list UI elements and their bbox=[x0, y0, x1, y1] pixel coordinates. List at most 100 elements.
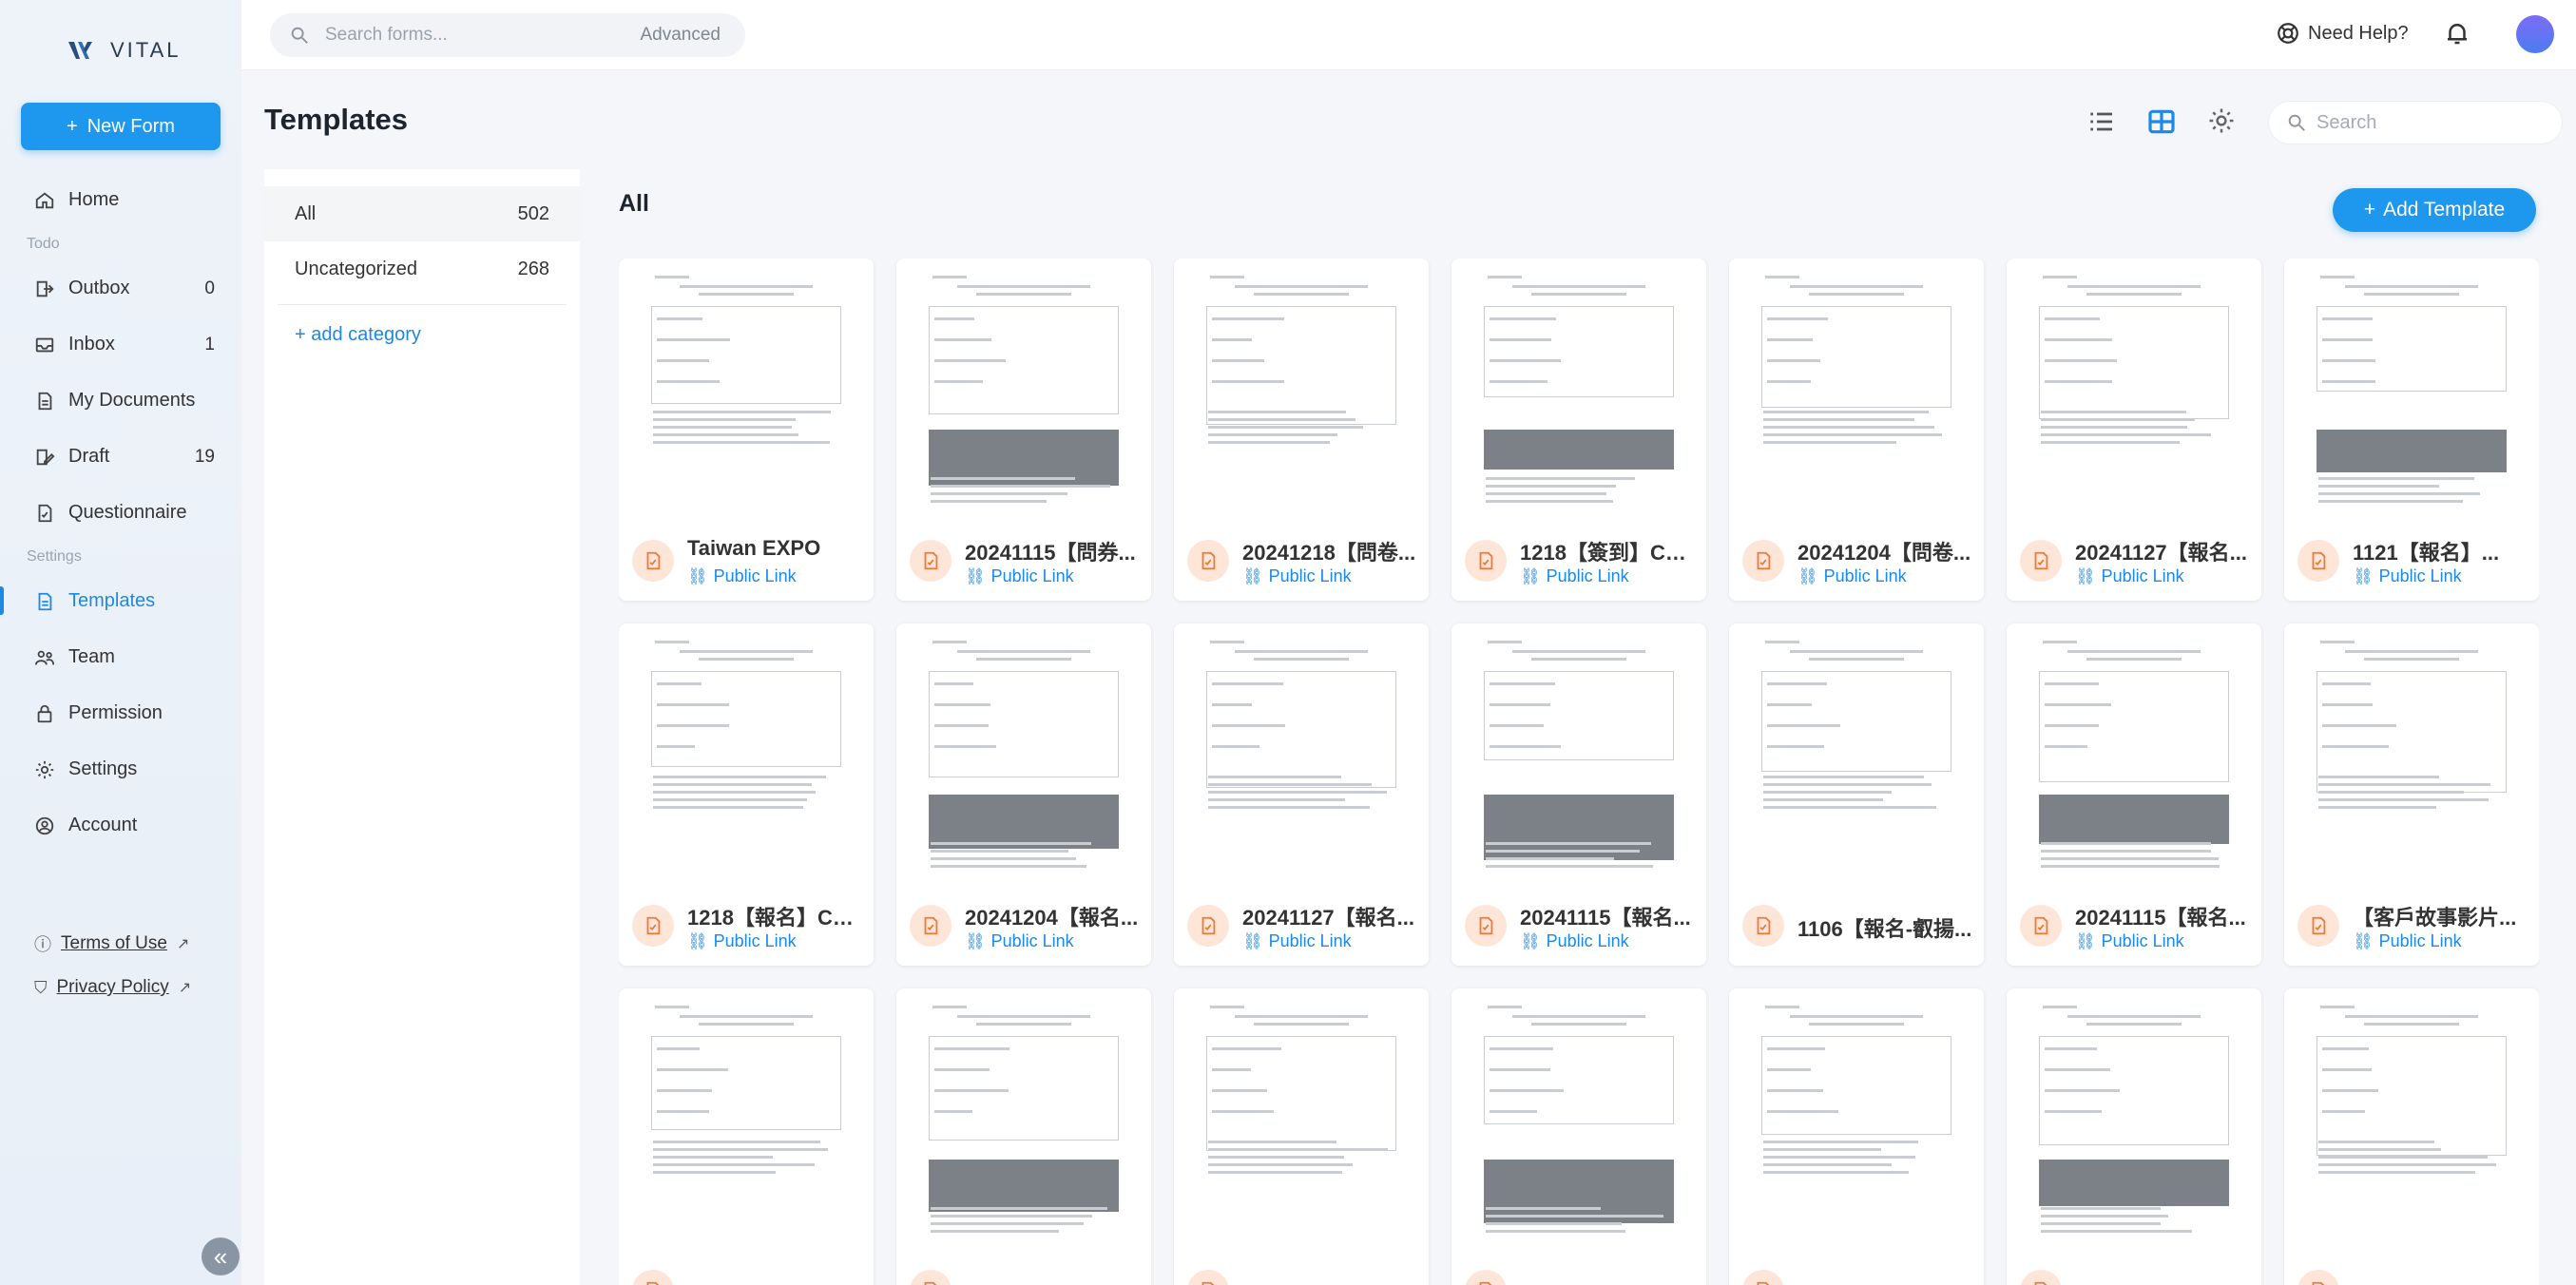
thumbnail-decoration bbox=[2041, 857, 2219, 860]
avatar[interactable] bbox=[2516, 15, 2554, 53]
thumbnail-decoration bbox=[1767, 1068, 1811, 1071]
sidebar-item-home[interactable]: Home bbox=[0, 172, 241, 228]
template-card[interactable]: 20241127【報名... ⛓ Public Link bbox=[1174, 623, 1429, 966]
document-icon-glyph bbox=[2034, 551, 2048, 570]
template-card[interactable]: 1106【報名-叡揚... bbox=[1729, 623, 1984, 966]
privacy-policy-link[interactable]: ⛉ Privacy Policy ↗ bbox=[0, 966, 241, 1009]
sidebar-item-permission[interactable]: Permission bbox=[0, 685, 241, 741]
public-link[interactable]: ⛓ Public Link bbox=[2353, 931, 2462, 951]
template-card[interactable] bbox=[619, 988, 874, 1285]
template-thumbnail bbox=[2307, 998, 2516, 1236]
thumbnail-decoration bbox=[2322, 682, 2371, 685]
thumbnail-decoration bbox=[2045, 724, 2099, 727]
template-card[interactable]: 1218【報名】CR... ⛓ Public Link bbox=[619, 623, 874, 966]
public-link[interactable]: ⛓ Public Link bbox=[1520, 566, 1629, 586]
thumbnail-decoration bbox=[931, 842, 1091, 845]
sidebar-item-inbox[interactable]: Inbox 1 bbox=[0, 316, 241, 373]
logo[interactable]: VITAL bbox=[67, 38, 182, 63]
sidebar-item-settings[interactable]: Settings bbox=[0, 741, 241, 797]
search-forms-input[interactable]: Search forms... Advanced bbox=[270, 13, 745, 57]
thumbnail-decoration bbox=[1490, 745, 1561, 748]
template-card[interactable]: 1121【報名】... ⛓ Public Link bbox=[2284, 259, 2539, 601]
thumbnail-decoration bbox=[653, 411, 831, 413]
thumbnail-decoration bbox=[651, 306, 841, 404]
template-card[interactable]: 20241127【報名... ⛓ Public Link bbox=[2007, 259, 2261, 601]
notifications-button[interactable] bbox=[2443, 19, 2471, 52]
public-link-label: Public Link bbox=[1546, 931, 1629, 950]
divider bbox=[278, 304, 567, 305]
public-link[interactable]: ⛓ Public Link bbox=[1242, 566, 1352, 586]
sidebar-item-outbox[interactable]: Outbox 0 bbox=[0, 260, 241, 316]
template-card[interactable]: 1218【簽到】CR... ⛓ Public Link bbox=[1451, 259, 1706, 601]
thumbnail-decoration bbox=[657, 359, 709, 362]
terms-of-use-link[interactable]: ⓘ Terms of Use ↗ bbox=[0, 922, 241, 966]
public-link[interactable]: ⛓ Public Link bbox=[687, 566, 797, 586]
template-card-footer: 20241127【報名... ⛓ Public Link bbox=[2020, 534, 2252, 591]
thumbnail-decoration bbox=[1486, 1230, 1625, 1233]
public-link[interactable]: ⛓ Public Link bbox=[1520, 931, 1629, 951]
public-link[interactable]: ⛓ Public Link bbox=[2075, 566, 2184, 586]
template-card[interactable]: 20241204【報名... ⛓ Public Link bbox=[896, 623, 1151, 966]
document-icon bbox=[1742, 540, 1784, 582]
document-icon bbox=[2020, 1270, 2062, 1285]
thumbnail-decoration bbox=[680, 1015, 813, 1018]
need-help-button[interactable]: Need Help? bbox=[2276, 21, 2409, 46]
public-link[interactable]: ⛓ Public Link bbox=[687, 931, 797, 951]
add-category-button[interactable]: + add category bbox=[264, 324, 580, 346]
public-link[interactable]: ⛓ Public Link bbox=[1242, 931, 1352, 951]
thumbnail-decoration bbox=[1206, 306, 1396, 425]
sidebar-item-account[interactable]: Account bbox=[0, 797, 241, 853]
list-view-button[interactable] bbox=[2086, 106, 2116, 137]
public-link[interactable]: ⛓ Public Link bbox=[965, 566, 1074, 586]
advanced-search-link[interactable]: Advanced bbox=[640, 25, 721, 46]
public-link[interactable]: ⛓ Public Link bbox=[2353, 566, 2462, 586]
grid-view-button[interactable] bbox=[2146, 106, 2177, 137]
template-card[interactable] bbox=[1729, 988, 1984, 1285]
template-card[interactable]: 20241204【問卷... ⛓ Public Link bbox=[1729, 259, 1984, 601]
thumbnail-decoration bbox=[2322, 1089, 2378, 1092]
public-link[interactable]: ⛓ Public Link bbox=[2075, 931, 2184, 951]
template-card[interactable]: 20241115【報名... ⛓ Public Link bbox=[2007, 623, 2261, 966]
sidebar-item-team[interactable]: Team bbox=[0, 629, 241, 685]
thumbnail-decoration bbox=[657, 338, 730, 341]
thumbnail-decoration bbox=[2045, 682, 2099, 685]
view-settings-button[interactable] bbox=[2207, 106, 2236, 135]
bell-icon bbox=[2448, 24, 2467, 45]
collapse-sidebar-button[interactable]: « bbox=[202, 1237, 240, 1275]
sidebar-item-questionnaire[interactable]: Questionnaire bbox=[0, 485, 241, 541]
thumbnail-decoration bbox=[2318, 791, 2464, 794]
thumbnail-decoration bbox=[929, 1036, 1119, 1141]
add-template-button[interactable]: + Add Template bbox=[2333, 188, 2536, 232]
questionnaire-icon bbox=[38, 504, 52, 522]
template-card[interactable] bbox=[896, 988, 1151, 1285]
category-all[interactable]: All 502 bbox=[264, 186, 580, 241]
template-card[interactable]: Taiwan EXPO ⛓ Public Link bbox=[619, 259, 874, 601]
search-icon bbox=[2288, 114, 2305, 131]
new-form-button[interactable]: + New Form bbox=[21, 103, 221, 150]
template-card[interactable] bbox=[1451, 988, 1706, 1285]
template-card[interactable] bbox=[2284, 988, 2539, 1285]
public-link[interactable]: ⛓ Public Link bbox=[965, 931, 1074, 951]
sidebar-item-label: Settings bbox=[68, 758, 138, 779]
template-card[interactable]: 【客戶故事影片... ⛓ Public Link bbox=[2284, 623, 2539, 966]
sidebar-item-templates[interactable]: Templates bbox=[0, 573, 241, 629]
sidebar-item-my-documents[interactable]: My Documents bbox=[0, 373, 241, 429]
template-thumbnail bbox=[919, 633, 1128, 871]
template-search-input[interactable]: Search bbox=[2268, 101, 2563, 144]
thumbnail-decoration bbox=[1254, 293, 1349, 296]
template-card[interactable]: 20241115【問券... ⛓ Public Link bbox=[896, 259, 1151, 601]
template-card[interactable]: 20241218【問卷... ⛓ Public Link bbox=[1174, 259, 1429, 601]
thumbnail-decoration bbox=[1212, 1068, 1251, 1071]
thumbnail-decoration bbox=[657, 1047, 700, 1050]
template-card[interactable]: 20241115【報名... ⛓ Public Link bbox=[1451, 623, 1706, 966]
category-uncategorized[interactable]: Uncategorized 268 bbox=[264, 241, 580, 297]
template-card[interactable] bbox=[2007, 988, 2261, 1285]
public-link[interactable]: ⛓ Public Link bbox=[1797, 566, 1907, 586]
thumbnail-decoration bbox=[1767, 703, 1812, 706]
thumbnail-decoration bbox=[653, 426, 792, 429]
template-card[interactable] bbox=[1174, 988, 1429, 1285]
sidebar: VITAL + New Form Home Todo Outbox 0 Inbo… bbox=[0, 0, 241, 1285]
sidebar-item-draft[interactable]: Draft 19 bbox=[0, 429, 241, 485]
thumbnail-decoration bbox=[1490, 724, 1544, 727]
sidebar-item-label: My Documents bbox=[68, 390, 196, 411]
